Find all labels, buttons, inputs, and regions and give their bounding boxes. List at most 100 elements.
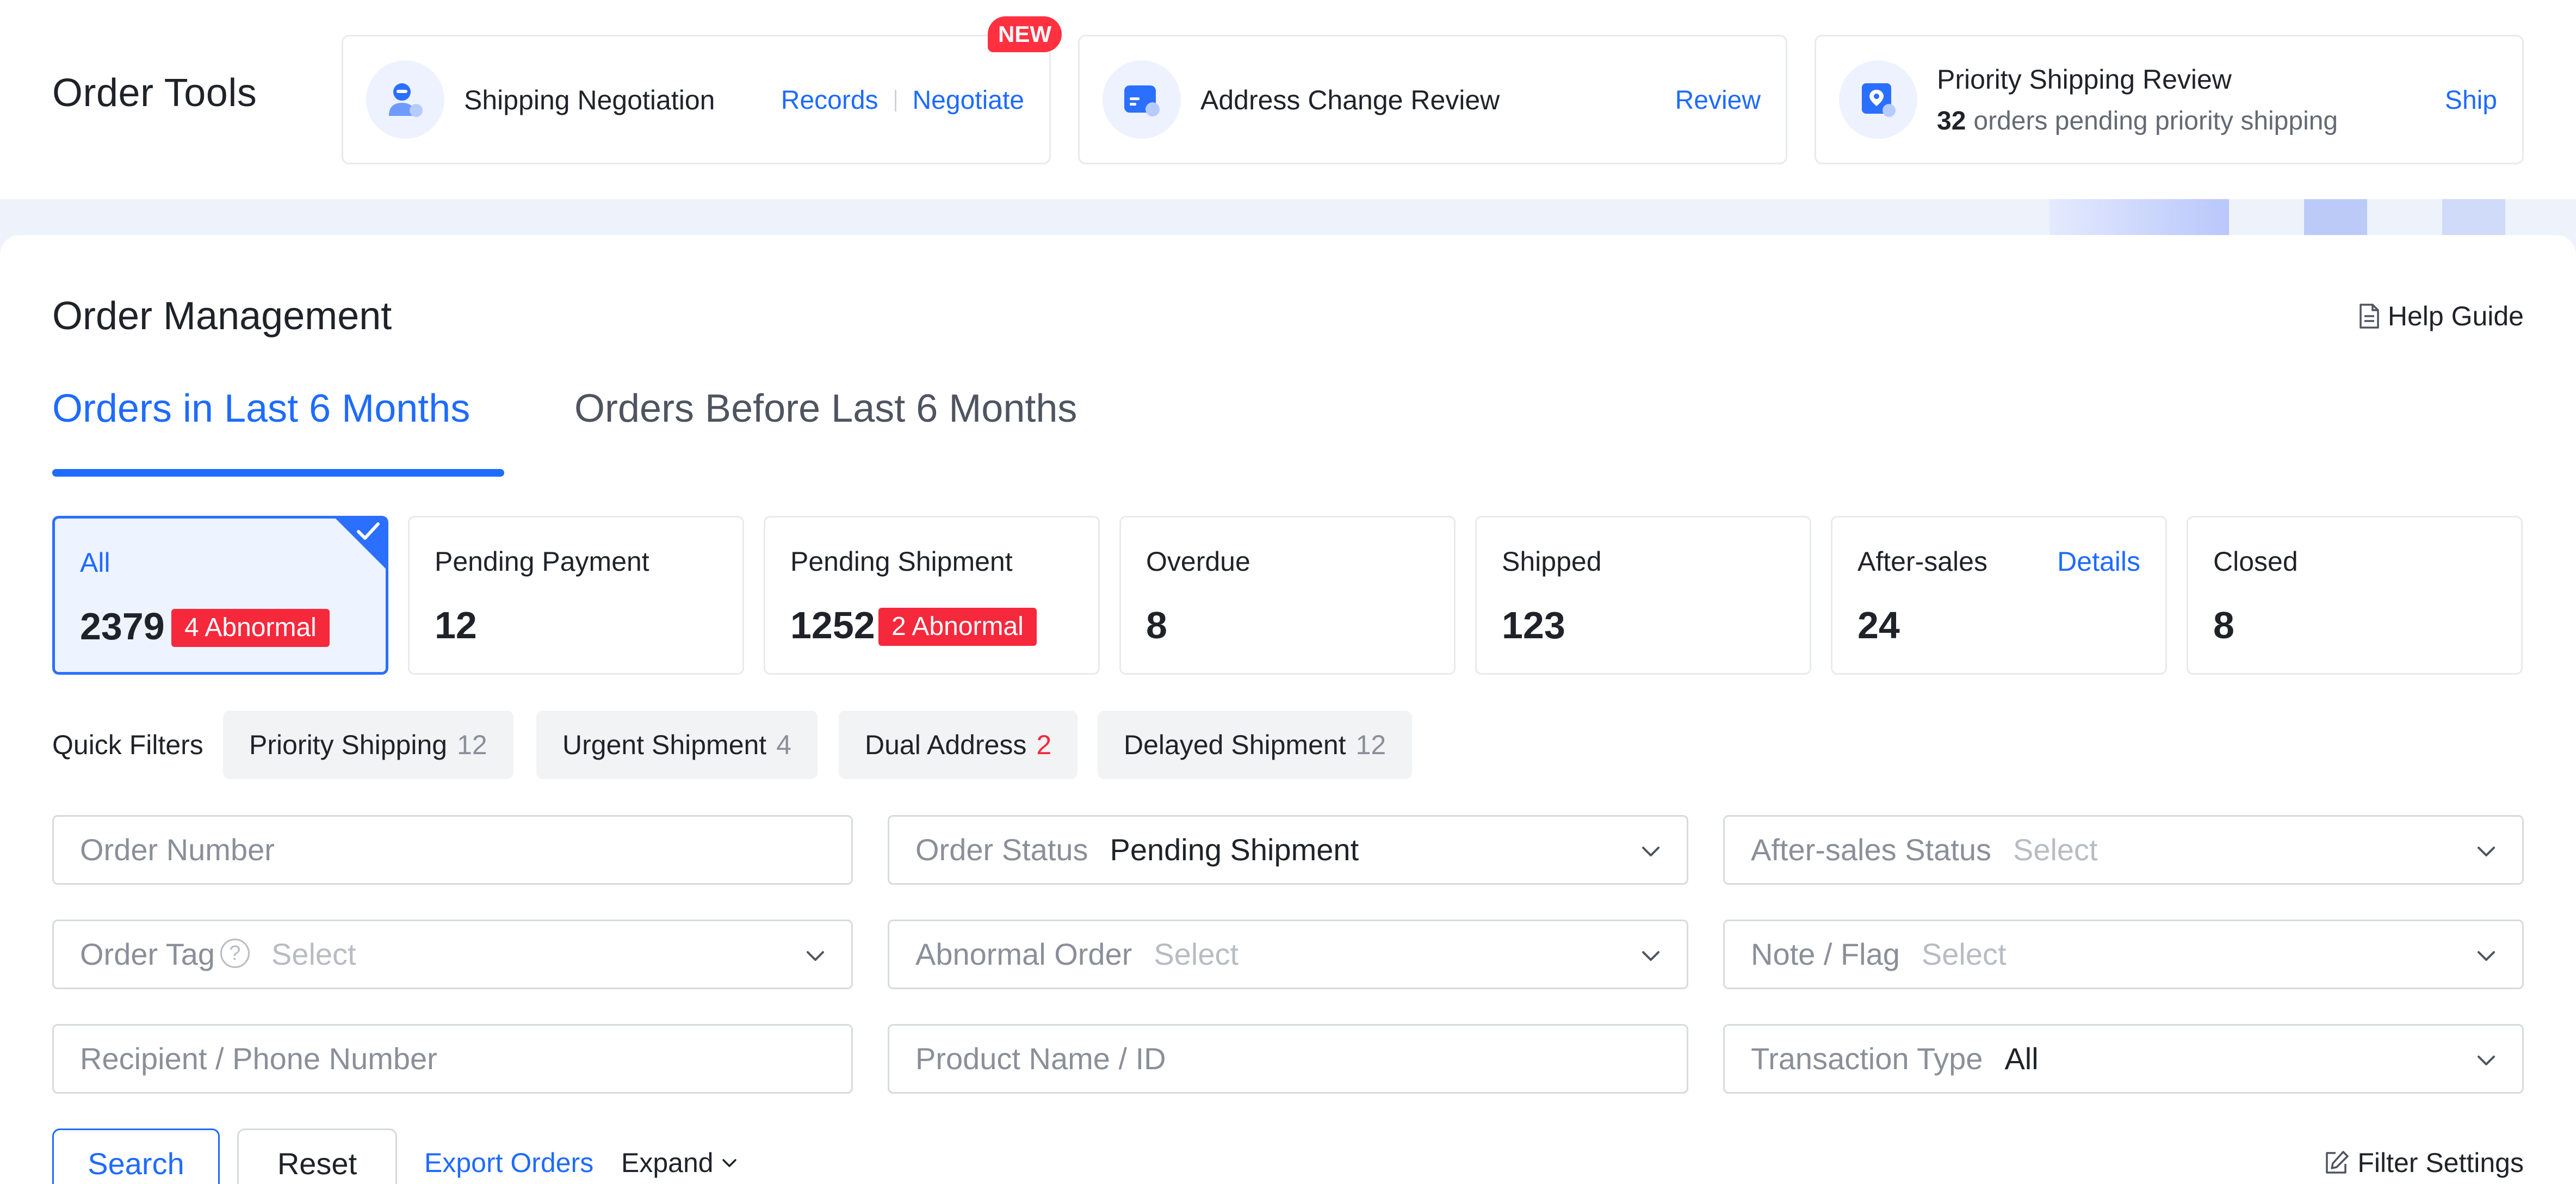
- agent-icon: [366, 60, 444, 139]
- selected-value: Pending Shipment: [1110, 832, 1359, 867]
- status-value: 24: [1857, 604, 1900, 646]
- chevron-down-icon: [2478, 847, 2495, 856]
- check-icon: [357, 522, 380, 540]
- order-management-panel: Order Management Help Guide Orders in La…: [0, 235, 2576, 1184]
- chip-label: Urgent Shipment: [562, 730, 767, 760]
- tool-links: Review: [1675, 85, 1761, 115]
- quick-filter-priority-shipping[interactable]: Priority Shipping 12: [223, 711, 513, 779]
- status-card-closed[interactable]: Closed 8: [2187, 516, 2523, 675]
- ship-link[interactable]: Ship: [2445, 85, 2497, 115]
- abnormal-order-select[interactable]: Abnormal Order Select: [888, 920, 1688, 989]
- chevron-down-icon: [807, 951, 824, 961]
- note-flag-select[interactable]: Note / Flag Select: [1723, 920, 2524, 989]
- tool-card-priority-shipping-review[interactable]: Priority Shipping Review 32 orders pendin…: [1815, 35, 2524, 164]
- search-button[interactable]: Search: [52, 1128, 220, 1184]
- order-tag-select[interactable]: Order Tag? Select: [52, 920, 853, 989]
- filter-settings-link[interactable]: Filter Settings: [2324, 1147, 2524, 1179]
- select-placeholder: Select: [1921, 937, 2007, 971]
- recipient-phone-input[interactable]: Recipient / Phone Number: [52, 1024, 853, 1094]
- band-gradient: [2049, 199, 2229, 235]
- tool-card-shipping-negotiation[interactable]: Shipping Negotiation Records Negotiate: [342, 35, 1051, 164]
- chevron-down-icon: [722, 1159, 736, 1167]
- select-placeholder: Select: [2013, 832, 2098, 867]
- chip-count: 4: [776, 730, 792, 760]
- chip-label: Priority Shipping: [249, 730, 448, 760]
- order-tools-title: Order Tools: [52, 71, 257, 115]
- help-question-icon[interactable]: ?: [220, 939, 250, 969]
- chip-label: Delayed Shipment: [1124, 730, 1346, 760]
- tool-name: Priority Shipping Review: [1937, 64, 2232, 95]
- order-number-input[interactable]: Order Number: [52, 815, 853, 885]
- tool-card-address-change-review[interactable]: Address Change Review Review: [1078, 35, 1787, 164]
- status-label: Shipped: [1502, 546, 1602, 577]
- page-title: Order Management: [52, 294, 392, 338]
- edit-icon: [2326, 1151, 2349, 1174]
- status-label: Overdue: [1146, 546, 1250, 577]
- help-guide-label: Help Guide: [2387, 301, 2524, 331]
- field-label: Order Status: [915, 832, 1088, 867]
- document-icon: [2360, 304, 2379, 329]
- product-placeholder: Product Name / ID: [915, 1041, 1166, 1076]
- status-label: After-sales: [1857, 546, 1987, 577]
- band-block: [2304, 199, 2367, 235]
- details-link[interactable]: Details: [2057, 546, 2140, 577]
- order-tools-bar: Order Tools Shipping Negotiation Records…: [0, 0, 2576, 199]
- after-sales-status-select[interactable]: After-sales Status Select: [1723, 815, 2524, 885]
- quick-filter-dual-address[interactable]: Dual Address 2: [839, 711, 1078, 779]
- status-card-pending-shipment[interactable]: Pending Shipment 1252 2 Abnormal: [764, 516, 1100, 675]
- tool-name: Address Change Review: [1200, 85, 1500, 115]
- tool-links: Records Negotiate: [781, 85, 1024, 115]
- select-placeholder: Select: [1154, 937, 1239, 971]
- status-value: 1252: [790, 604, 875, 646]
- review-link[interactable]: Review: [1675, 85, 1761, 115]
- pending-text: orders pending priority shipping: [1973, 107, 2338, 135]
- quick-filters-label: Quick Filters: [52, 730, 203, 760]
- tool-links: Ship: [2445, 85, 2497, 115]
- order-status-select[interactable]: Order Status Pending Shipment: [888, 815, 1688, 885]
- address-card-icon: [1103, 60, 1181, 139]
- status-card-pending-payment[interactable]: Pending Payment 12: [408, 516, 744, 675]
- chip-label: Dual Address: [865, 730, 1027, 760]
- selected-value: All: [2004, 1041, 2039, 1076]
- pending-count: 32: [1937, 107, 1966, 135]
- quick-filter-urgent-shipment[interactable]: Urgent Shipment 4: [536, 711, 818, 779]
- transaction-type-select[interactable]: Transaction Type All: [1723, 1024, 2524, 1094]
- expand-toggle[interactable]: Expand: [621, 1147, 739, 1179]
- chevron-down-icon: [1642, 847, 1659, 856]
- negotiate-link[interactable]: Negotiate: [913, 85, 1024, 115]
- new-badge: NEW: [988, 16, 1062, 52]
- status-label: Closed: [2213, 546, 2298, 577]
- records-link[interactable]: Records: [781, 85, 878, 115]
- help-guide-link[interactable]: Help Guide: [2358, 300, 2524, 332]
- status-card-after-sales[interactable]: After-sales Details 24: [1831, 516, 2167, 675]
- field-label: Order Tag: [80, 937, 215, 971]
- chip-count: 12: [457, 730, 487, 760]
- select-placeholder: Select: [271, 937, 356, 971]
- band-block: [2442, 199, 2505, 235]
- location-pin-icon: [1839, 60, 1917, 139]
- status-value: 123: [1502, 604, 1565, 646]
- chevron-down-icon: [2478, 951, 2495, 961]
- status-label: Pending Shipment: [790, 546, 1013, 577]
- product-name-id-input[interactable]: Product Name / ID: [888, 1024, 1688, 1094]
- field-label: Abnormal Order: [915, 937, 1132, 971]
- status-label: All: [80, 547, 110, 578]
- status-label: Pending Payment: [435, 546, 649, 577]
- filter-settings-label: Filter Settings: [2357, 1148, 2524, 1178]
- field-label: Transaction Type: [1751, 1041, 1983, 1076]
- tab-last-6-months[interactable]: Orders in Last 6 Months: [52, 386, 470, 431]
- status-card-overdue[interactable]: Overdue 8: [1119, 516, 1456, 675]
- status-card-all[interactable]: All 2379 4 Abnormal: [52, 516, 388, 675]
- quick-filter-delayed-shipment[interactable]: Delayed Shipment 12: [1098, 711, 1413, 779]
- abnormal-badge: 2 Abnormal: [878, 608, 1037, 646]
- export-orders-link[interactable]: Export Orders: [424, 1147, 593, 1179]
- tab-before-last-6-months[interactable]: Orders Before Last 6 Months: [574, 386, 1077, 431]
- tool-subtitle: 32 orders pending priority shipping: [1937, 106, 2338, 136]
- chevron-down-icon: [1642, 951, 1659, 961]
- active-tab-indicator: [52, 469, 504, 477]
- status-card-shipped[interactable]: Shipped 123: [1475, 516, 1811, 675]
- field-label: After-sales Status: [1751, 832, 1991, 867]
- expand-label: Expand: [621, 1148, 714, 1178]
- reset-button[interactable]: Reset: [237, 1128, 397, 1184]
- tool-name: Shipping Negotiation: [464, 85, 715, 115]
